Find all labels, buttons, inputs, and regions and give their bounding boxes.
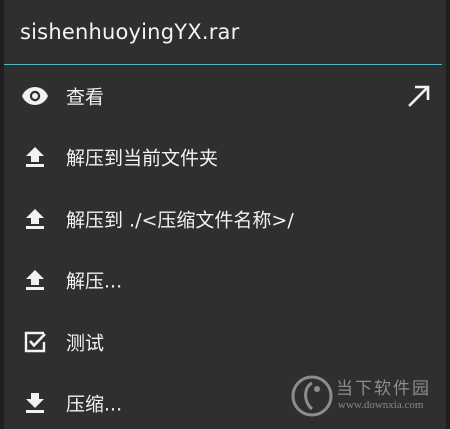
menu-item-label: 查看 — [66, 86, 105, 109]
upload-arrow-icon — [20, 204, 50, 234]
menu-item-extract-here[interactable]: 解压到当前文件夹 — [4, 127, 446, 189]
menu-item-extract[interactable]: 解压... — [4, 250, 446, 312]
menu-item-label: 解压... — [66, 270, 123, 293]
watermark-logo-icon — [290, 374, 334, 418]
upload-arrow-icon — [20, 265, 50, 295]
menu-item-label: 解压到当前文件夹 — [66, 147, 219, 170]
upload-arrow-icon — [20, 142, 50, 172]
checkbox-checked-icon — [20, 327, 50, 357]
eye-icon — [20, 81, 50, 111]
menu-item-test[interactable]: 测试 — [4, 311, 446, 373]
watermark: 当下软件园 www.downxia.com — [290, 372, 440, 420]
dialog-title: sishenhuoyingYX.rar — [20, 20, 240, 44]
context-menu-dialog: sishenhuoyingYX.rar 查看 解压到当前文件夹 解压到 ./<压… — [4, 0, 446, 429]
arrow-up-right-icon[interactable] — [406, 83, 432, 109]
menu-item-view[interactable]: 查看 — [4, 65, 446, 127]
watermark-url: www.downxia.com — [338, 399, 424, 411]
menu-item-label: 解压到 ./<压缩文件名称>/ — [66, 209, 294, 232]
menu-item-label: 测试 — [66, 332, 105, 355]
download-arrow-icon — [20, 388, 50, 418]
menu-item-extract-to-folder[interactable]: 解压到 ./<压缩文件名称>/ — [4, 188, 446, 250]
watermark-title: 当下软件园 — [336, 379, 431, 398]
menu-item-label: 压缩... — [66, 393, 123, 416]
